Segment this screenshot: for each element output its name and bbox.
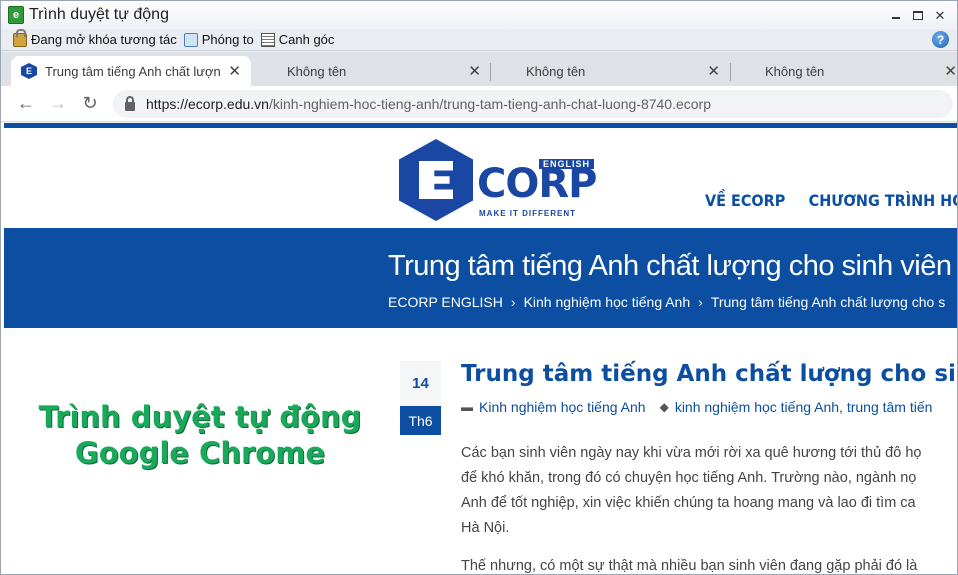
unlock-interaction-button[interactable]: Đang mở khóa tương tác xyxy=(13,28,177,47)
forward-button[interactable]: → xyxy=(46,92,70,116)
automation-browser-window: e Trình duyệt tự động ✕ Đang mở khóa tươ… xyxy=(0,0,958,575)
corner-align-label: Canh góc xyxy=(278,32,335,47)
tab-close-icon[interactable]: ✕ xyxy=(468,62,481,80)
tab-label: Trung tâm tiếng Anh chất lượng c xyxy=(45,63,220,79)
post-date-day: 14 xyxy=(400,361,441,406)
tab-untitled-3[interactable]: Không tên ✕ xyxy=(731,56,957,86)
post-category-link[interactable]: Kinh nghiệm học tiếng Anh xyxy=(479,399,646,415)
back-arrow-icon: ← xyxy=(17,93,35,113)
post-title: Trung tâm tiếng Anh chất lượng cho sinh … xyxy=(461,361,957,387)
tab-untitled-1[interactable]: Không tên ✕ xyxy=(251,56,491,86)
post-date: 14 Th6 xyxy=(400,361,441,435)
ecorp-favicon-icon: E xyxy=(21,63,37,79)
breadcrumb: ECORP ENGLISH › Kinh nghiệm học tiếng An… xyxy=(388,294,945,310)
app-icon: e xyxy=(8,6,24,24)
zoom-button[interactable]: Phóng to xyxy=(183,32,254,47)
page-viewport: CORP ENGLISH MAKE IT DIFFERENT VỀ ECORP … xyxy=(1,123,957,574)
forward-arrow-icon: → xyxy=(49,93,67,113)
breadcrumb-home[interactable]: ECORP ENGLISH xyxy=(388,294,503,310)
reload-button[interactable]: ↻ xyxy=(78,92,102,116)
tab-untitled-2[interactable]: Không tên ✕ xyxy=(491,56,730,86)
help-icon[interactable]: ? xyxy=(932,31,949,48)
lock-icon xyxy=(13,28,27,47)
ecorp-logo[interactable]: CORP ENGLISH MAKE IT DIFFERENT xyxy=(399,139,599,223)
body-line: Anh để tốt nghiệp, xin việc khiến chúng … xyxy=(461,495,916,511)
chevron-right-icon: › xyxy=(510,294,516,310)
body-line: Các bạn sinh viên ngày nay khi vừa mới r… xyxy=(461,445,922,461)
secure-lock-icon xyxy=(125,95,135,111)
watermark-caption: Trình duyệt tự động Google Chrome xyxy=(1,399,399,471)
url-host: https://ecorp.edu.vn xyxy=(146,96,269,112)
tab-close-icon[interactable]: ✕ xyxy=(707,62,720,80)
tab-label: Không tên xyxy=(287,63,347,79)
maximize-button[interactable] xyxy=(909,7,927,23)
banner-title: Trung tâm tiếng Anh chất lượng cho sinh … xyxy=(388,250,952,282)
menu-item-about[interactable]: VỀ ECORP xyxy=(705,191,785,210)
tab-label: Không tên xyxy=(526,63,586,79)
logo-badge: ENGLISH xyxy=(539,159,595,169)
tab-close-icon[interactable]: ✕ xyxy=(228,62,241,80)
caption-line-1: Trình duyệt tự động xyxy=(38,400,362,434)
corner-align-button[interactable]: Canh góc xyxy=(260,32,335,47)
reload-icon: ↻ xyxy=(82,93,98,113)
body-line: Hà Nội. xyxy=(461,520,510,536)
tab-close-icon[interactable]: ✕ xyxy=(944,62,957,80)
post-meta: ▬ Kinh nghiệm học tiếng Anh ◆ kinh nghiệ… xyxy=(461,399,932,415)
minimize-icon xyxy=(892,17,900,19)
navigation-bar: ← → ↻ https://ecorp.edu.vn/kinh-nghiem-h… xyxy=(1,86,957,122)
unlock-interaction-label: Đang mở khóa tương tác xyxy=(31,32,177,47)
back-button[interactable]: ← xyxy=(14,92,38,116)
browser-tab-strip: E Trung tâm tiếng Anh chất lượng c ✕ Khô… xyxy=(1,52,957,86)
minimize-button[interactable] xyxy=(887,7,905,23)
caption-line-2: Google Chrome xyxy=(74,436,326,470)
header-top-line xyxy=(4,123,957,128)
logo-tagline: MAKE IT DIFFERENT xyxy=(479,209,576,218)
title-bar: e Trình duyệt tự động ✕ xyxy=(1,1,957,29)
close-icon: ✕ xyxy=(934,7,946,23)
breadcrumb-category[interactable]: Kinh nghiệm học tiếng Anh xyxy=(524,294,691,310)
menu-item-programs[interactable]: CHƯƠNG TRÌNH HỌC xyxy=(809,191,957,210)
body-paragraph-2: Thế nhưng, có một sự thật mà nhiều bạn s… xyxy=(461,558,918,574)
breadcrumb-current: Trung tâm tiếng Anh chất lượng cho s xyxy=(710,294,946,310)
url-path: /kinh-nghiem-hoc-tieng-anh/trung-tam-tie… xyxy=(268,96,711,112)
post-tags-link[interactable]: kinh nghiệm học tiếng Anh, trung tâm tiế… xyxy=(675,399,933,415)
main-menu: VỀ ECORP CHƯƠNG TRÌNH HỌC xyxy=(705,191,957,210)
address-bar[interactable]: https://ecorp.edu.vn/kinh-nghiem-hoc-tie… xyxy=(113,90,953,118)
tab-label: Không tên xyxy=(765,63,825,79)
tag-icon: ◆ xyxy=(659,400,669,414)
ecorp-hexagon-icon xyxy=(399,139,473,221)
automation-toolbar: Đang mở khóa tương tác Phóng to Canh góc… xyxy=(1,28,957,51)
maximize-icon xyxy=(913,10,923,20)
post-body: Các bạn sinh viên ngày nay khi vừa mới r… xyxy=(461,441,957,574)
window-title: Trình duyệt tự động xyxy=(29,6,169,23)
chevron-right-icon: › xyxy=(698,294,703,310)
corner-align-icon xyxy=(260,32,275,47)
post-date-month: Th6 xyxy=(400,406,441,435)
body-line: để khó khăn, trong đó có chuyện học tiến… xyxy=(461,470,917,486)
page-banner: Trung tâm tiếng Anh chất lượng cho sinh … xyxy=(4,228,957,328)
zoom-icon xyxy=(183,32,198,47)
zoom-label: Phóng to xyxy=(201,32,254,47)
tab-ecorp[interactable]: E Trung tâm tiếng Anh chất lượng c ✕ xyxy=(11,56,251,86)
close-window-button[interactable]: ✕ xyxy=(931,7,949,23)
folder-icon: ▬ xyxy=(461,400,473,414)
window-controls: ✕ xyxy=(887,7,949,23)
